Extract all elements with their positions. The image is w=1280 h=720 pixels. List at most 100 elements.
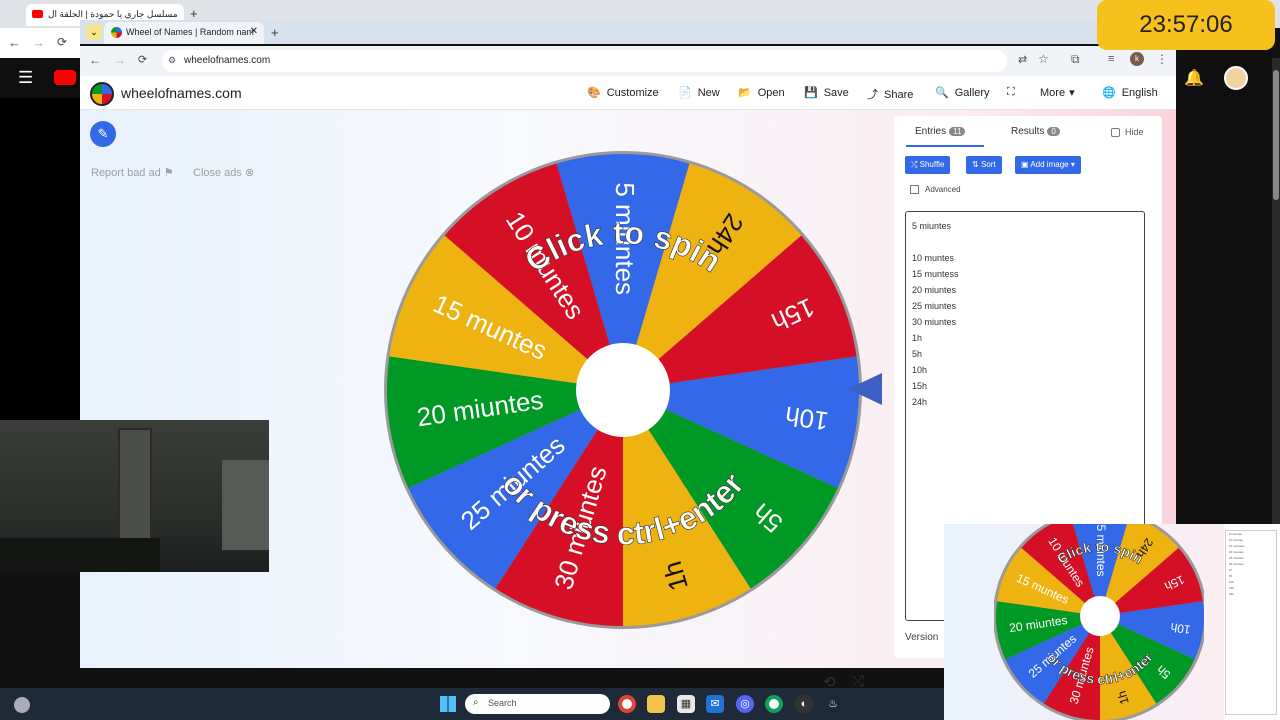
widgets-icon[interactable] (14, 697, 30, 713)
site-name[interactable]: wheelofnames.com (121, 85, 242, 101)
youtube-icon (32, 10, 43, 18)
reload-icon[interactable]: ⟳ (138, 53, 147, 66)
discord-icon[interactable]: ◎ (736, 695, 754, 713)
clock-overlay: 23:57:06 (1097, 0, 1275, 50)
windows-start-icon[interactable] (440, 696, 456, 712)
report-bad-ad-link[interactable]: Report bad ad ⚑ (91, 166, 174, 179)
report-bad-ad-label: Report bad ad (91, 167, 161, 179)
app-icon[interactable]: ✉ (706, 695, 724, 713)
entry-line: 25 miuntes (912, 301, 957, 311)
shuffle-overlay-icon[interactable]: ⤮ (852, 673, 864, 690)
url-field[interactable]: ⚙ wheelofnames.com (162, 50, 1007, 72)
hamburger-icon[interactable]: ☰ (18, 68, 33, 88)
youtube-logo-icon[interactable] (54, 70, 76, 85)
spin-wheel[interactable]: 5 miuntes 24h15h10h5h1h30 miuntes25 miunt… (383, 148, 863, 632)
media-icon[interactable]: ≡ (1108, 53, 1114, 65)
close-ads-link[interactable]: Close ads ⊗ (193, 166, 254, 179)
menu-item-english[interactable]: 🌐 English (1102, 86, 1158, 99)
menu-item-label: Customize (606, 87, 659, 99)
shuffle-button[interactable]: ⤮ Shuffle (905, 156, 951, 174)
webcam-overlay (0, 420, 269, 572)
menu-item-open[interactable]: 📂 Open (738, 86, 785, 99)
bell-icon[interactable]: 🔔 (1184, 68, 1204, 88)
menu-item-share[interactable]: ⤴ Share (867, 86, 913, 102)
tab-search-icon[interactable]: ⌄ (86, 24, 102, 40)
save-icon: 💾 (804, 87, 818, 99)
menu-item-new[interactable]: 📄 New (678, 86, 720, 99)
file-icon: 📄 (678, 87, 692, 99)
close-tab-icon[interactable]: ✕ (250, 26, 258, 37)
menu-item-label: Save (823, 87, 849, 99)
menu-item-label: Share (884, 89, 914, 101)
menu-item-more[interactable]: More ▾ (1040, 86, 1081, 99)
site-info-icon[interactable]: ⚙ (168, 55, 176, 66)
sort-button[interactable]: ⇅ Sort (966, 156, 1002, 174)
inner-tab-title: Wheel of Names | Random nam (126, 27, 254, 37)
forward-icon[interactable]: → (32, 35, 45, 50)
pip-wheel-hub (1080, 596, 1120, 636)
steam-icon[interactable]: ♨ (824, 695, 842, 713)
shuffle-label: Shuffle (919, 160, 945, 169)
reload-icon[interactable]: ⟳ (57, 35, 67, 49)
site-logo-icon[interactable] (90, 82, 114, 106)
inner-tab-wheel[interactable]: Wheel of Names | Random nam ✕ (104, 22, 264, 44)
forward-icon[interactable]: → (114, 53, 126, 67)
github-icon[interactable]: ◐ (795, 695, 813, 713)
wheel-hub (576, 343, 670, 437)
fullscreen-icon: ⛶ (1007, 86, 1015, 98)
kebab-menu-icon[interactable]: ⋮ (1156, 52, 1168, 66)
entry-line: 10 muntes (912, 253, 955, 263)
entries-count-badge: 11 (949, 127, 966, 136)
folder-icon: 📂 (738, 87, 752, 99)
back-icon[interactable]: ← (8, 35, 21, 50)
back-icon[interactable]: ← (89, 53, 101, 67)
entry-line (912, 234, 1138, 250)
entry-line: 5h (912, 349, 923, 359)
inner-new-tab-button[interactable]: + (271, 25, 279, 40)
edit-icon[interactable]: ✎ (90, 121, 116, 147)
search-icon: ⌕ (473, 697, 479, 708)
menu-item-gallery[interactable]: 🔍 Gallery (935, 86, 990, 99)
pip-entries-list: 5 miuntes 10 muntes 15 muntess 20 miuntes 25… (1225, 530, 1277, 715)
profile-icon[interactable]: k (1130, 52, 1144, 66)
menu-item-customize[interactable]: 🎨 Customize (587, 86, 659, 99)
store-icon[interactable]: ▦ (677, 695, 695, 713)
share-icon: ⤴ (867, 89, 878, 101)
tab-results-label: Results (1011, 126, 1045, 137)
star-icon[interactable]: ☆ (1038, 52, 1049, 66)
chrome-active-icon[interactable] (765, 695, 783, 713)
scrollbar[interactable] (1272, 58, 1280, 528)
advanced-checkbox[interactable] (910, 185, 919, 194)
entry-line: 15h (912, 381, 928, 391)
menu-item-fullscreen[interactable]: ⛶ (1007, 86, 1021, 99)
entry-line: 5 miuntes (912, 221, 952, 231)
taskbar-search-input[interactable]: ⌕ Search (465, 694, 610, 714)
sort-label: Sort (980, 160, 996, 169)
translate-icon[interactable]: ⇄ (1018, 53, 1027, 66)
menu-item-label: New (697, 87, 720, 99)
taskbar-search-placeholder: Search (488, 698, 517, 708)
palette-icon: 🎨 (587, 87, 601, 99)
image-icon: ▣ (1021, 160, 1031, 169)
hide-checkbox[interactable] (1111, 128, 1120, 137)
tab-entries[interactable]: Entries 11 (915, 126, 966, 137)
add-image-button[interactable]: ▣ Add image ▾ (1015, 156, 1081, 174)
file-explorer-icon[interactable] (647, 695, 665, 713)
extensions-icon[interactable]: ⧉ (1071, 52, 1080, 67)
chrome-taskbar-icon[interactable] (618, 695, 636, 713)
menu-item-label: Open (757, 87, 785, 99)
youtube-right-area: 🔔 (1176, 58, 1280, 528)
close-ads-label: Close ads (193, 167, 242, 179)
outer-new-tab-button[interactable]: + (190, 6, 198, 21)
search-icon: 🔍 (935, 87, 949, 99)
results-count-badge: 0 (1047, 127, 1060, 136)
avatar[interactable] (1224, 66, 1248, 90)
repeat-icon[interactable]: ⟲ (823, 673, 836, 691)
flag-icon: ⚑ (163, 167, 174, 179)
url-text: wheelofnames.com (184, 55, 271, 66)
entry-line: 15 muntess (912, 269, 959, 279)
sort-icon: ⇅ (972, 160, 981, 169)
wheel-pointer-icon (848, 373, 882, 405)
menu-item-save[interactable]: 💾 Save (804, 86, 849, 99)
tab-results[interactable]: Results 0 (1011, 126, 1060, 137)
